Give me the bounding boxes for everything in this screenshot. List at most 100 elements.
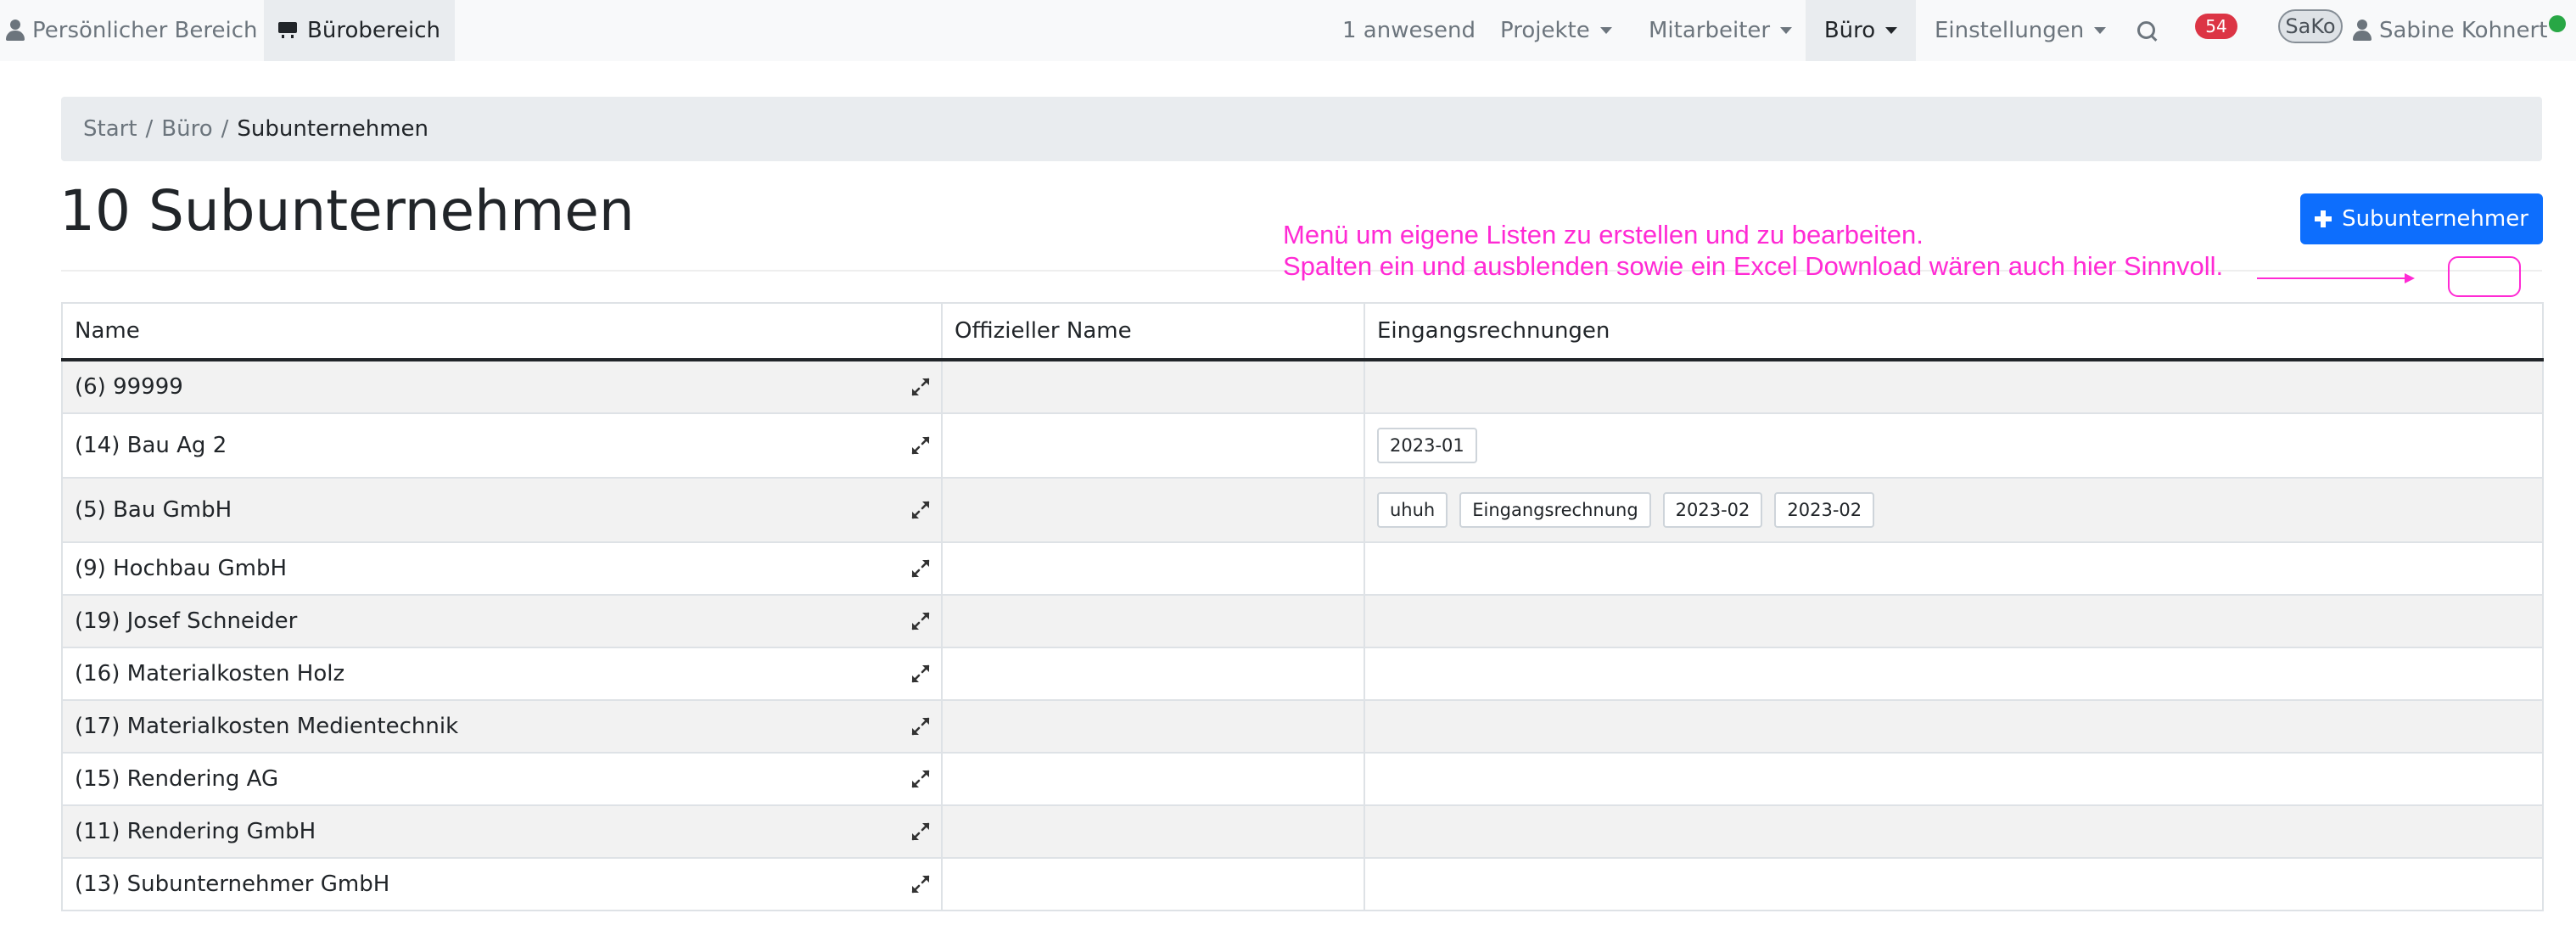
- expand-icon[interactable]: [910, 821, 931, 842]
- invoice-tag[interactable]: 2023-01: [1377, 428, 1477, 463]
- nav-personal-label: Persönlicher Bereich: [32, 18, 258, 43]
- cell-official-name: [941, 477, 1365, 543]
- invoice-tag[interactable]: 2023-02: [1662, 492, 1763, 528]
- table-row: (15) Rendering AG: [61, 752, 2544, 806]
- nav-user-name: Sabine Kohnert: [2379, 18, 2548, 43]
- cell-name: (11) Rendering GmbH: [61, 804, 943, 859]
- cell-name: (5) Bau GmbH: [61, 477, 943, 543]
- expand-icon[interactable]: [910, 435, 931, 456]
- table-header-row: Name Offizieller Name Eingangsrechnungen: [61, 302, 2544, 361]
- page-title: 10 Subunternehmen: [59, 178, 635, 244]
- expand-icon[interactable]: [910, 716, 931, 737]
- cell-official-name: [941, 359, 1365, 414]
- add-subcontractor-label: Subunternehmer: [2342, 206, 2528, 232]
- cell-invoices: [1364, 699, 2544, 754]
- cell-official-name: [941, 699, 1365, 754]
- cell-name: (13) Subunternehmer GmbH: [61, 857, 943, 911]
- subcontractor-name-link[interactable]: (19) Josef Schneider: [75, 608, 297, 634]
- expand-icon[interactable]: [910, 664, 931, 684]
- column-header-official-name[interactable]: Offizieller Name: [941, 302, 1365, 361]
- expand-icon[interactable]: [910, 769, 931, 789]
- breadcrumb-separator: /: [145, 116, 154, 142]
- expand-icon[interactable]: [910, 377, 931, 397]
- chevron-down-icon: [1885, 27, 1898, 34]
- nav-personal-area[interactable]: Persönlicher Bereich: [5, 0, 266, 61]
- online-status-dot: [2549, 15, 2566, 32]
- cell-official-name: [941, 412, 1365, 479]
- person-icon: [5, 20, 25, 42]
- cell-official-name: [941, 594, 1365, 648]
- subcontractor-name-link[interactable]: (13) Subunternehmer GmbH: [75, 871, 389, 897]
- invoice-tag[interactable]: 2023-02: [1774, 492, 1875, 528]
- nav-settings-dropdown[interactable]: Einstellungen: [1935, 0, 2107, 61]
- invoice-tag[interactable]: uhuh: [1377, 492, 1448, 528]
- cell-invoices: [1364, 752, 2544, 806]
- cell-name: (17) Materialkosten Medientechnik: [61, 699, 943, 754]
- nav-search[interactable]: [2136, 0, 2158, 61]
- nav-buero-dropdown[interactable]: Büro: [1806, 0, 1916, 61]
- search-icon: [2136, 20, 2158, 42]
- cell-name: (19) Josef Schneider: [61, 594, 943, 648]
- person-icon: [2352, 20, 2372, 42]
- table-row: (19) Josef Schneider: [61, 594, 2544, 648]
- table-row: (17) Materialkosten Medientechnik: [61, 699, 2544, 754]
- cell-official-name: [941, 857, 1365, 911]
- breadcrumb-start[interactable]: Start: [83, 116, 137, 142]
- table-row: (11) Rendering GmbH: [61, 804, 2544, 859]
- plus-icon: [2315, 210, 2332, 227]
- table-row: (9) Hochbau GmbH: [61, 541, 2544, 596]
- subcontractor-name-link[interactable]: (15) Rendering AG: [75, 766, 278, 792]
- subcontractor-name-link[interactable]: (6) 99999: [75, 374, 183, 400]
- table-row: (14) Bau Ag 2 2023-01: [61, 412, 2544, 479]
- nav-staff-dropdown[interactable]: Mitarbeiter: [1649, 0, 1793, 61]
- expand-icon[interactable]: [910, 558, 931, 579]
- notification-badge[interactable]: 54: [2195, 14, 2237, 39]
- subcontractor-name-link[interactable]: (17) Materialkosten Medientechnik: [75, 714, 458, 739]
- cell-name: (6) 99999: [61, 359, 943, 414]
- expand-icon[interactable]: [910, 874, 931, 894]
- subcontractor-name-link[interactable]: (16) Materialkosten Holz: [75, 661, 344, 686]
- chevron-down-icon: [1599, 27, 1612, 34]
- annotation-line-1: Menü um eigene Listen zu erstellen und z…: [1283, 220, 1924, 249]
- breadcrumb-separator: /: [221, 116, 229, 142]
- cell-name: (16) Materialkosten Holz: [61, 647, 943, 701]
- annotation-note: Menü um eigene Listen zu erstellen und z…: [1283, 219, 2223, 282]
- nav-present-count[interactable]: 1 anwesend: [1342, 0, 1476, 61]
- cell-official-name: [941, 752, 1365, 806]
- nav-buero-label: Büro: [1823, 18, 1876, 43]
- nav-projects-label: Projekte: [1500, 18, 1590, 43]
- subcontractor-name-link[interactable]: (5) Bau GmbH: [75, 497, 232, 523]
- cell-official-name: [941, 647, 1365, 701]
- cell-name: (15) Rendering AG: [61, 752, 943, 806]
- presentation-board-icon: [278, 21, 298, 40]
- breadcrumb-buero[interactable]: Büro: [161, 116, 212, 142]
- expand-icon[interactable]: [910, 500, 931, 520]
- subcontractor-name-link[interactable]: (9) Hochbau GmbH: [75, 556, 287, 581]
- chevron-down-icon: [2094, 27, 2107, 34]
- cell-name: (9) Hochbau GmbH: [61, 541, 943, 596]
- table-row: (16) Materialkosten Holz: [61, 647, 2544, 701]
- nav-projects-dropdown[interactable]: Projekte: [1500, 0, 1612, 61]
- avatar[interactable]: SaKo: [2278, 9, 2343, 43]
- table-body: (6) 99999 (14) Bau Ag 2 2023-01 (5) Bau Gmb…: [61, 359, 2544, 911]
- nav-user-menu[interactable]: Sabine Kohnert: [2352, 0, 2547, 61]
- nav-office-area[interactable]: Bürobereich: [264, 0, 455, 61]
- cell-official-name: [941, 804, 1365, 859]
- breadcrumb: Start / Büro / Subunternehmen: [61, 97, 2542, 161]
- expand-icon[interactable]: [910, 611, 931, 631]
- cell-invoices: [1364, 647, 2544, 701]
- invoice-tag[interactable]: Eingangsrechnung: [1459, 492, 1651, 528]
- nav-staff-label: Mitarbeiter: [1649, 18, 1771, 43]
- column-header-name[interactable]: Name: [61, 302, 943, 361]
- add-subcontractor-button[interactable]: Subunternehmer: [2300, 193, 2543, 244]
- annotation-line-2: Spalten ein und ausblenden sowie ein Exc…: [1283, 251, 2224, 281]
- subcontractor-name-link[interactable]: (11) Rendering GmbH: [75, 819, 316, 844]
- annotation-arrow-icon: [2257, 273, 2415, 283]
- nav-present-label: 1 anwesend: [1342, 18, 1476, 43]
- table-row: (5) Bau GmbH uhuh Eingangsrechnung 2023-02 2…: [61, 477, 2544, 543]
- subcontractor-name-link[interactable]: (14) Bau Ag 2: [75, 433, 227, 458]
- column-header-invoices[interactable]: Eingangsrechnungen: [1364, 302, 2544, 361]
- cell-invoices: [1364, 541, 2544, 596]
- nav-office-label: Bürobereich: [307, 18, 440, 43]
- cell-invoices: 2023-01: [1364, 412, 2544, 479]
